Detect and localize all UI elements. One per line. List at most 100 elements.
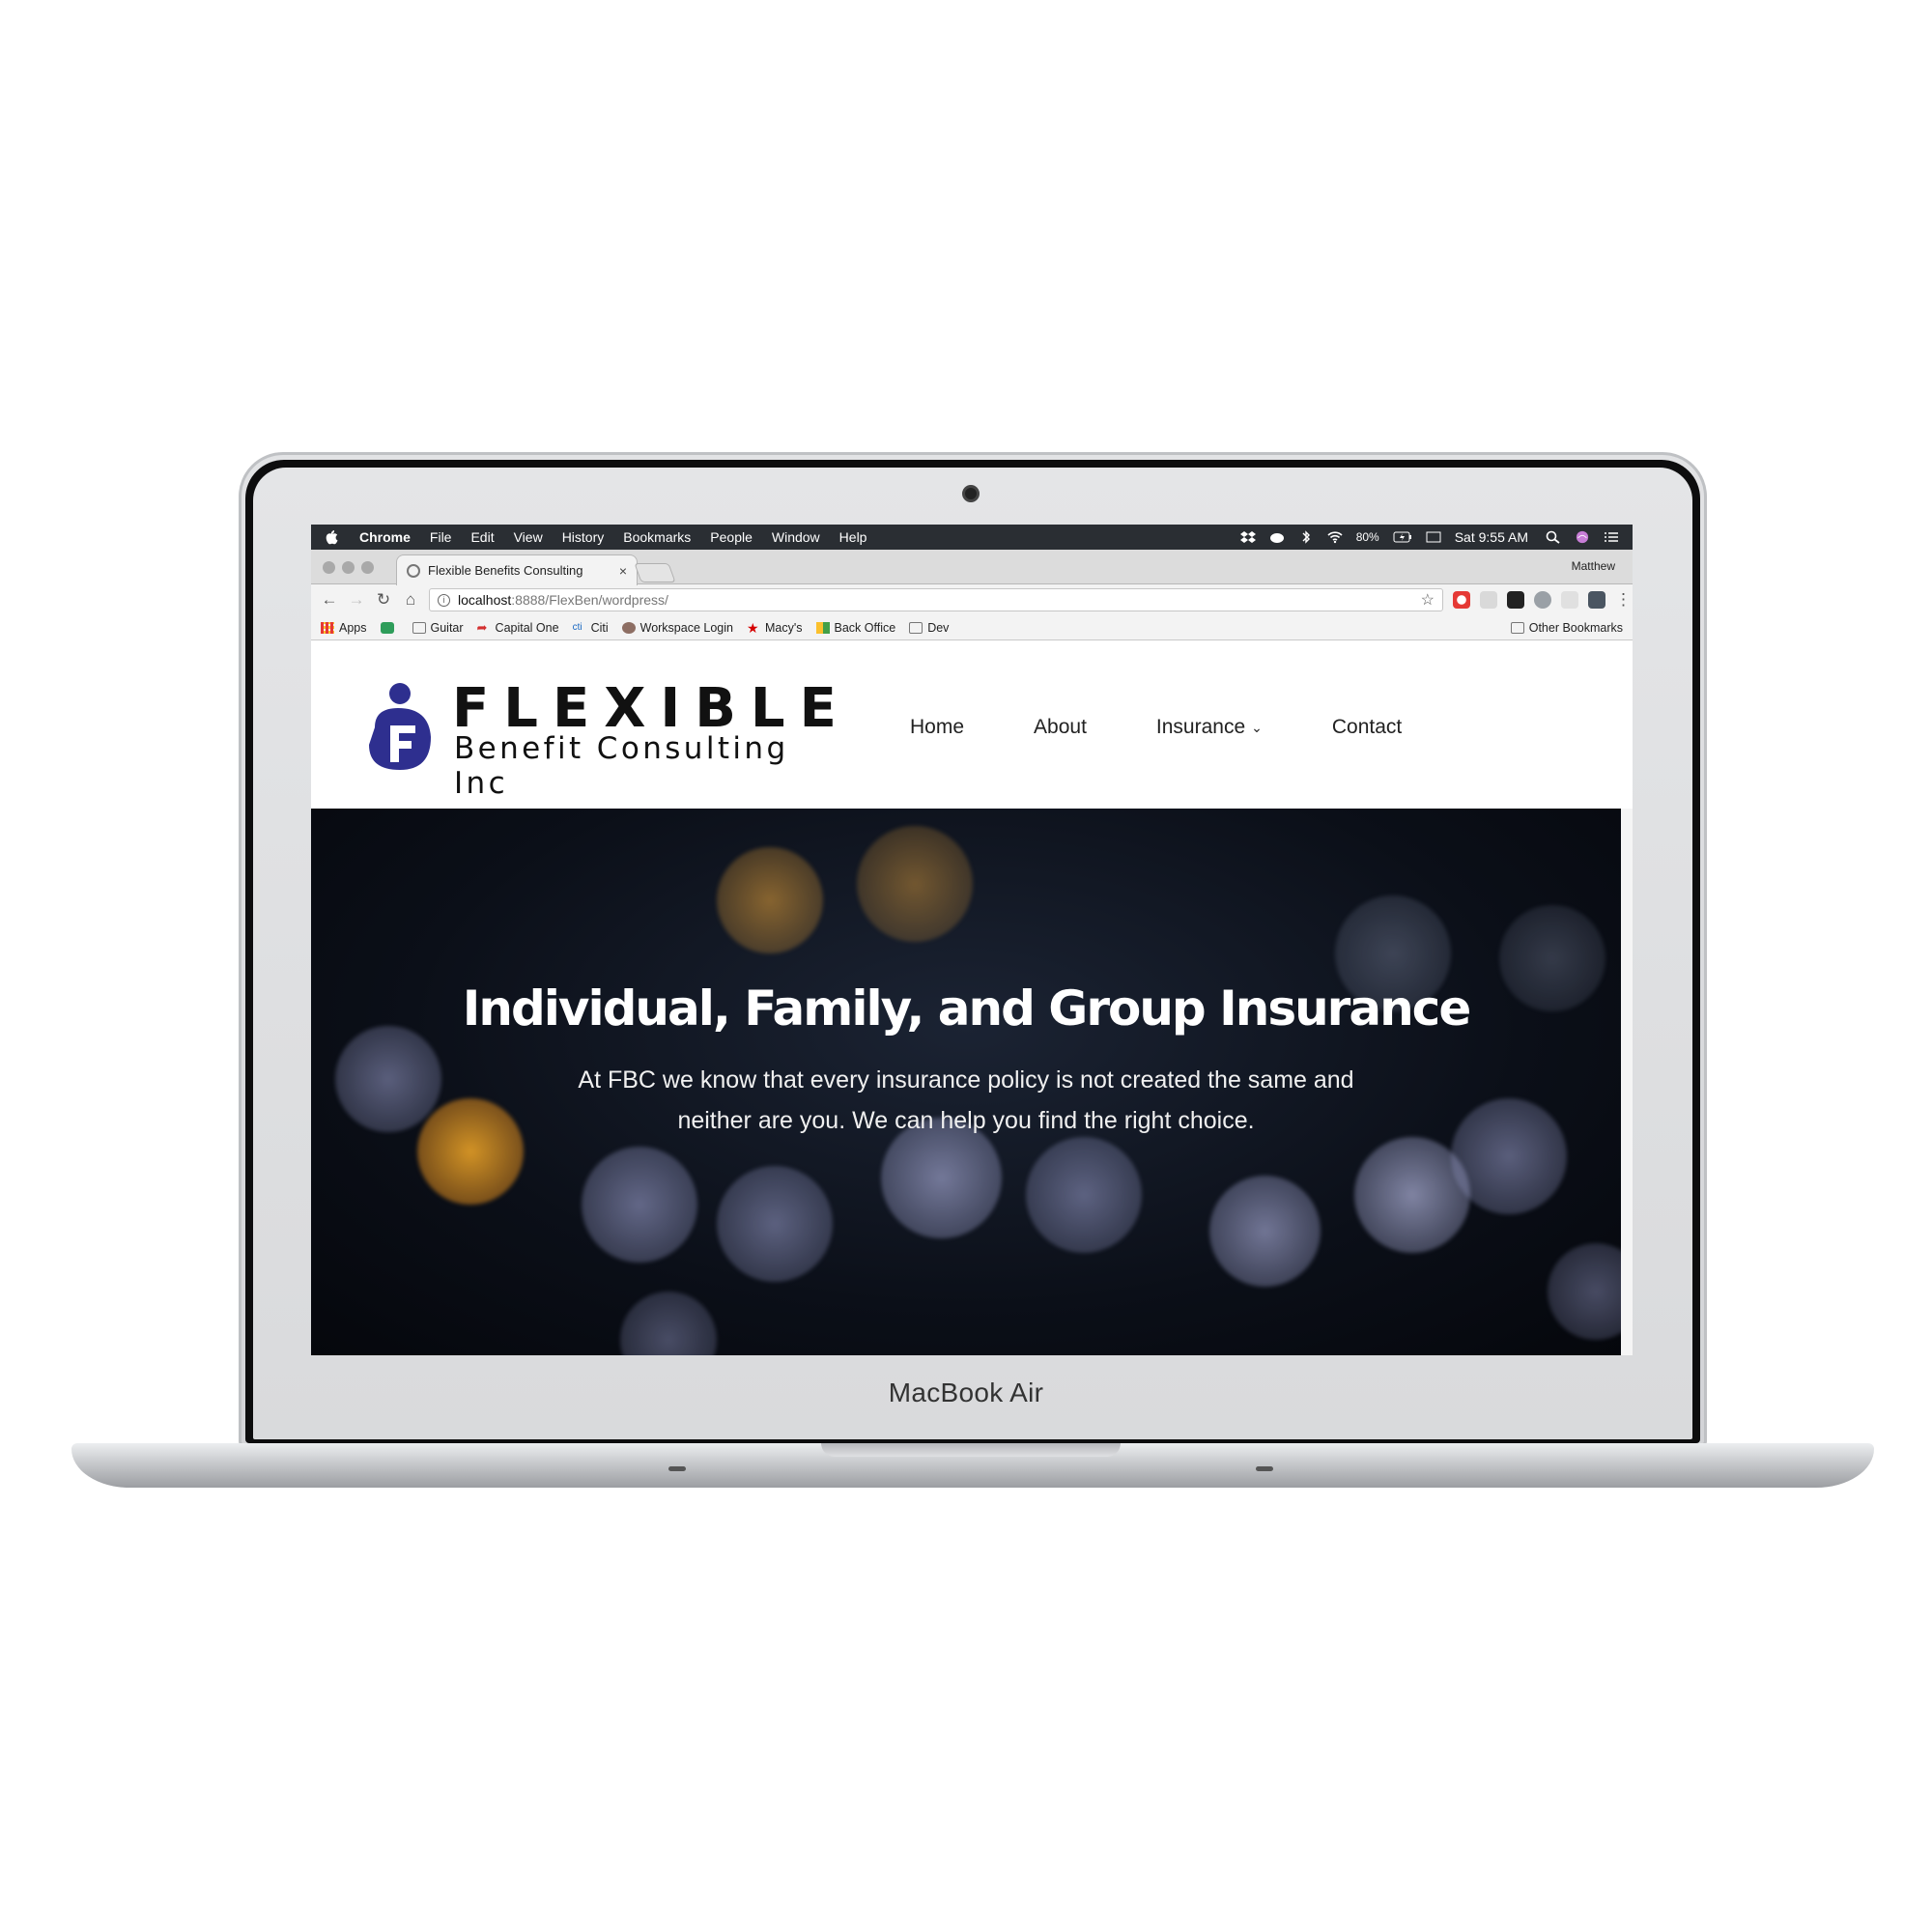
bokeh-light [620, 1292, 717, 1355]
bluetooth-icon[interactable] [1298, 530, 1314, 544]
chevron-down-icon: ⌄ [1251, 719, 1263, 735]
menu-history[interactable]: History [562, 529, 605, 545]
reload-icon[interactable]: ↻ [375, 591, 392, 609]
bookmark-guitar[interactable]: Guitar [412, 621, 464, 635]
cloud-icon[interactable] [1269, 530, 1285, 544]
nav-contact[interactable]: Contact [1332, 716, 1402, 739]
folder-icon [909, 621, 923, 634]
bokeh-light [1548, 1243, 1621, 1340]
bookmark-star-icon[interactable]: ☆ [1421, 590, 1435, 610]
nav-home[interactable]: Home [910, 716, 964, 739]
nav-insurance[interactable]: Insurance ⌄ [1156, 716, 1263, 739]
red-badge-extension-icon[interactable] [1507, 591, 1524, 609]
capital-one-icon: ➦ [476, 619, 488, 635]
menu-file[interactable]: File [430, 529, 452, 545]
display-icon[interactable] [1426, 530, 1441, 544]
battery-percent: 80% [1355, 530, 1379, 544]
site-info-icon[interactable]: i [438, 593, 450, 607]
bokeh-light [1209, 1176, 1321, 1287]
folder-icon [412, 621, 426, 634]
folder-icon [1510, 621, 1524, 634]
screen: Chrome File Edit View History Bookmarks … [311, 525, 1633, 1355]
recycle-extension-icon[interactable] [1534, 591, 1551, 609]
bookmark-back-office[interactable]: Back Office [815, 621, 895, 635]
notification-center-icon[interactable] [1604, 530, 1619, 544]
bookmarks-bar: Apps Guitar ➦ Capital One cti Citi Works… [311, 615, 1633, 640]
website-viewport: F FLEXIBLE Benefit Consulting Inc Home A… [311, 640, 1633, 1355]
spotlight-search-icon[interactable] [1546, 530, 1561, 544]
forward-arrow-icon[interactable]: → [348, 591, 365, 609]
window-minimize-button[interactable] [342, 561, 355, 574]
workspace-icon [621, 621, 636, 634]
tab-close-icon[interactable]: × [619, 563, 627, 579]
browser-toolbar: ← → ↻ ⌂ i localhost:8888/FlexBen/wordpre… [311, 584, 1633, 615]
bokeh-light [717, 1166, 833, 1282]
browser-tab-active[interactable]: Flexible Benefits Consulting × [396, 554, 638, 585]
menu-help[interactable]: Help [839, 529, 867, 545]
back-arrow-icon[interactable]: ← [321, 591, 338, 609]
mac-menubar: Chrome File Edit View History Bookmarks … [311, 525, 1633, 550]
dropbox-extension-icon[interactable] [1480, 591, 1497, 609]
bookmark-dev[interactable]: Dev [909, 621, 949, 635]
bookmark-green-app[interactable] [380, 621, 399, 634]
cube-extension-icon[interactable] [1588, 591, 1605, 609]
bookmark-workspace-login[interactable]: Workspace Login [621, 621, 733, 635]
hero-title: Individual, Family, and Group Insurance [462, 980, 1471, 1037]
bookmark-apps[interactable]: Apps [321, 621, 367, 635]
wifi-icon[interactable] [1327, 530, 1343, 544]
hero-subtitle: At FBC we know that every insurance poli… [578, 1066, 1354, 1134]
menu-view[interactable]: View [514, 529, 543, 545]
logo-mark-icon [369, 683, 431, 770]
bokeh-light [1451, 1098, 1567, 1214]
profile-name[interactable]: Matthew [1572, 559, 1615, 573]
logo-tagline: Benefit Consulting Inc [454, 731, 789, 801]
page-favicon-icon [407, 563, 420, 578]
chrome-menu-icon[interactable]: ⋮ [1615, 591, 1632, 609]
opera-extension-icon[interactable] [1453, 591, 1470, 609]
new-tab-button[interactable] [634, 563, 676, 582]
hinge-notch [821, 1443, 1121, 1457]
bookmark-capital-one[interactable]: ➦ Capital One [477, 621, 559, 635]
camera-icon [962, 485, 980, 502]
apps-grid-icon [321, 621, 334, 634]
menu-app-name[interactable]: Chrome [359, 529, 411, 545]
menubar-status-area: 80% Sat 9:55 AM [1239, 529, 1619, 545]
browser-tabstrip: Flexible Benefits Consulting × Matthew [311, 550, 1633, 585]
tab-title: Flexible Benefits Consulting [428, 563, 583, 578]
nav-about[interactable]: About [1034, 716, 1087, 739]
laptop-foot [1256, 1466, 1273, 1471]
bookmark-macys[interactable]: ★ Macy's [747, 621, 803, 635]
green-app-icon [380, 621, 394, 634]
back-office-icon [815, 621, 830, 634]
bokeh-light [417, 1098, 524, 1205]
site-logo[interactable]: F FLEXIBLE Benefit Consulting Inc [361, 677, 844, 801]
citi-icon: cti [572, 621, 582, 633]
menu-people[interactable]: People [710, 529, 753, 545]
window-zoom-button[interactable] [361, 561, 374, 574]
menu-edit[interactable]: Edit [470, 529, 494, 545]
apple-icon[interactable] [325, 529, 338, 545]
bokeh-light [582, 1147, 697, 1263]
bokeh-light [1026, 1137, 1142, 1253]
window-close-button[interactable] [323, 561, 335, 574]
bokeh-light [335, 1026, 441, 1132]
siri-icon[interactable] [1575, 530, 1590, 544]
bookmark-other-bookmarks[interactable]: Other Bookmarks [1510, 621, 1623, 635]
site-nav: Home About Insurance ⌄ Contact [910, 716, 1471, 739]
battery-icon[interactable] [1393, 530, 1412, 544]
bookmark-citi[interactable]: cti Citi [573, 621, 609, 635]
home-icon[interactable]: ⌂ [402, 591, 419, 609]
hero-banner: Individual, Family, and Group Insurance … [311, 809, 1621, 1355]
menu-bookmarks[interactable]: Bookmarks [623, 529, 691, 545]
menu-window[interactable]: Window [772, 529, 820, 545]
star-icon: ★ [746, 619, 759, 636]
address-bar[interactable]: i localhost:8888/FlexBen/wordpress/ ☆ [429, 588, 1443, 611]
dots-extension-icon[interactable] [1561, 591, 1578, 609]
url-path: :8888/FlexBen/wordpress/ [511, 592, 668, 608]
menubar-clock[interactable]: Sat 9:55 AM [1455, 529, 1528, 545]
url-host: localhost [458, 592, 512, 608]
laptop-foot [668, 1466, 686, 1471]
bokeh-light [717, 847, 823, 953]
dropbox-icon[interactable] [1239, 530, 1256, 544]
nav-insurance-label: Insurance [1155, 716, 1246, 738]
